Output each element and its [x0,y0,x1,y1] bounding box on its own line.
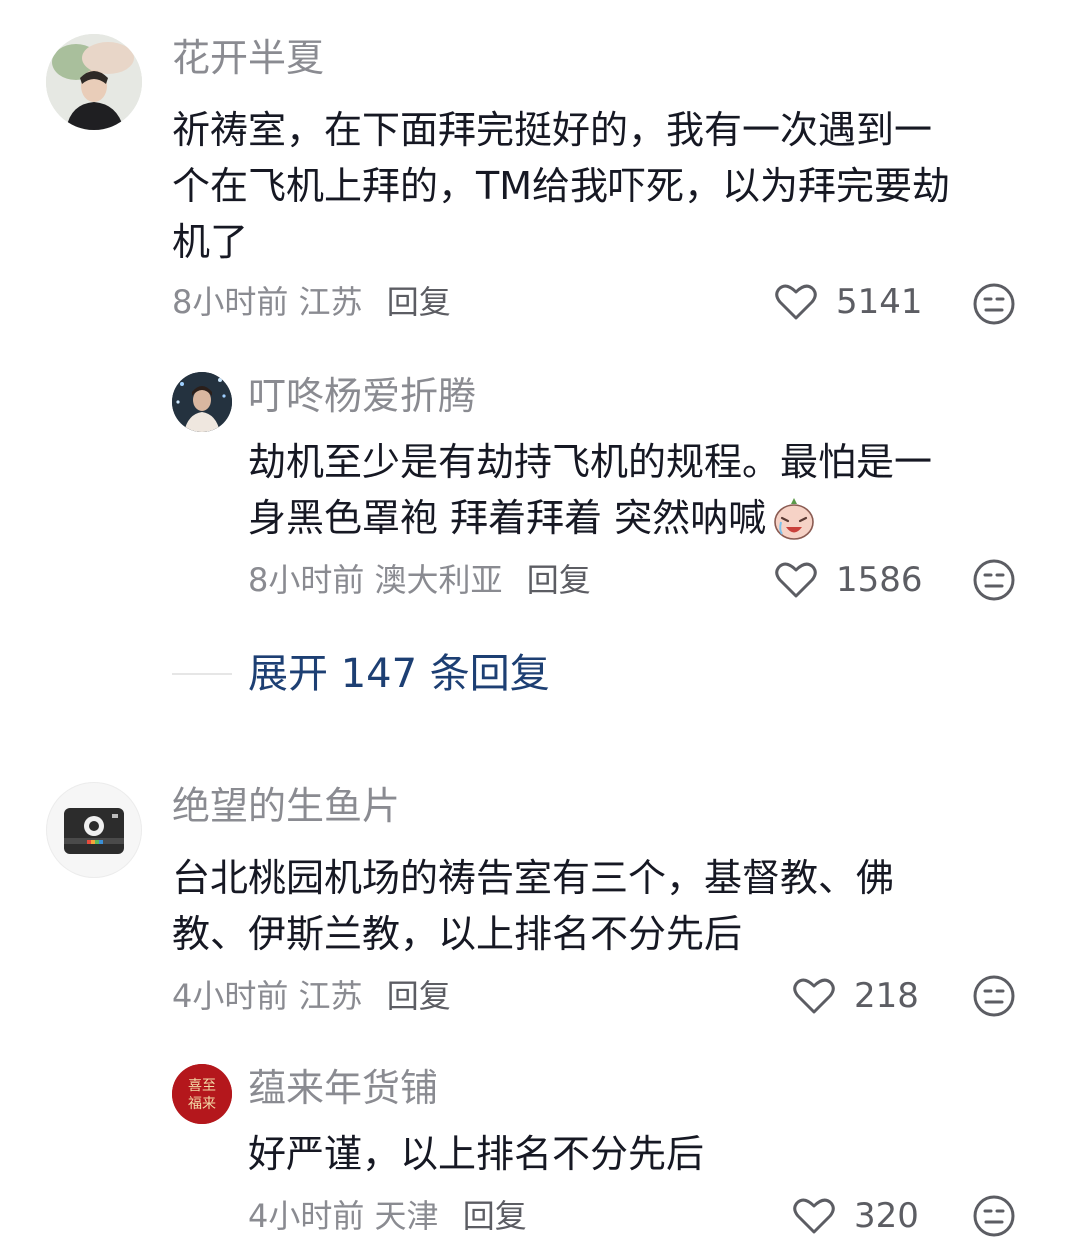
comment-text: 祈祷室，在下面拜完挺好的，我有一次遇到一 个在飞机上拜的，TM给我吓死，以为拜完… [172,102,1042,270]
like-count: 218 [854,976,919,1016]
avatar-text: 福来 [188,1096,216,1112]
meh-face-icon [973,975,1015,1017]
like-button[interactable]: 218 [792,976,919,1016]
comment-text-line: 台北桃园机场的祷告室有三个，基督教、佛 [172,856,895,900]
user-photo-avatar-icon [172,372,232,432]
like-count: 5141 [836,282,923,322]
comment-text-line: 个在飞机上拜的，TM给我吓死，以为拜完要劫 [172,164,951,208]
reply-location: 天津 [374,1197,439,1235]
shop-logo-avatar-icon: 喜至 福来 [172,1064,232,1124]
like-button[interactable]: 1586 [774,560,923,600]
reply-location: 澳大利亚 [374,561,503,599]
comment-text-line: 机了 [172,220,249,264]
meh-face-icon [973,559,1015,601]
like-count: 1586 [836,560,923,600]
reply-author[interactable]: 叮咚杨爱折腾 [248,372,476,420]
reply-button[interactable]: 回复 [387,977,451,1015]
expand-replies-button[interactable]: 展开 147 条回复 [248,650,550,698]
reply-meta: 8小时前 澳大利亚 回复 [248,560,591,600]
meh-face-icon [973,1195,1015,1237]
reply-time: 4小时前 [248,1197,365,1235]
like-button[interactable]: 320 [792,1196,919,1236]
comment-meta: 8小时前 江苏 回复 [172,282,451,322]
reply-text: 好严谨，以上排名不分先后 [248,1126,1038,1182]
avatar[interactable]: 喜至 福来 [172,1064,232,1124]
crying-emoji-icon [774,498,814,540]
reply-button[interactable]: 回复 [527,561,591,599]
dislike-button[interactable] [972,974,1016,1022]
dislike-button[interactable] [972,282,1016,330]
reply-time: 8小时前 [248,561,365,599]
meh-face-icon [973,283,1015,325]
comment-location: 江苏 [298,977,363,1015]
reply-text-line: 身黑色罩袍 拜着拜着 突然呐喊 [248,496,767,540]
avatar-text: 喜至 [188,1078,216,1094]
comment-location: 江苏 [298,283,363,321]
reply-button[interactable]: 回复 [387,283,451,321]
reply-text-line: 劫机至少是有劫持飞机的规程。最怕是一 [248,440,933,484]
avatar[interactable] [46,782,142,878]
reply-text-line-wrap: 身黑色罩袍 拜着拜着 突然呐喊 [248,490,1038,546]
like-count: 320 [854,1196,919,1236]
comment-author[interactable]: 绝望的生鱼片 [172,782,400,830]
like-button[interactable]: 5141 [774,282,923,322]
heart-icon [793,1198,835,1234]
comment-author[interactable]: 花开半夏 [172,34,324,82]
dislike-button[interactable] [972,1194,1016,1242]
reply-button[interactable]: 回复 [463,1197,527,1235]
dislike-button[interactable] [972,558,1016,606]
reply-meta: 4小时前 天津 回复 [248,1196,527,1236]
comment-text-line: 祈祷室，在下面拜完挺好的，我有一次遇到一 [172,108,933,152]
comment-time: 4小时前 [172,977,289,1015]
expand-divider [172,673,232,675]
comment-meta: 4小时前 江苏 回复 [172,976,451,1016]
reply-text: 劫机至少是有劫持飞机的规程。最怕是一 身黑色罩袍 拜着拜着 突然呐喊 [248,434,1038,546]
camera-avatar-icon [64,808,124,854]
comment-text-line: 教、伊斯兰教，以上排名不分先后 [172,912,743,956]
comment-time: 8小时前 [172,283,289,321]
comment-text: 台北桃园机场的祷告室有三个，基督教、佛 教、伊斯兰教，以上排名不分先后 [172,850,1042,962]
avatar[interactable] [172,372,232,432]
heart-icon [775,562,817,598]
reply-author[interactable]: 蕴来年货铺 [248,1064,438,1112]
portrait-avatar-icon [46,34,142,130]
heart-icon [775,284,817,320]
avatar[interactable] [46,34,142,130]
heart-icon [793,978,835,1014]
reply-text-line: 好严谨，以上排名不分先后 [248,1132,705,1176]
